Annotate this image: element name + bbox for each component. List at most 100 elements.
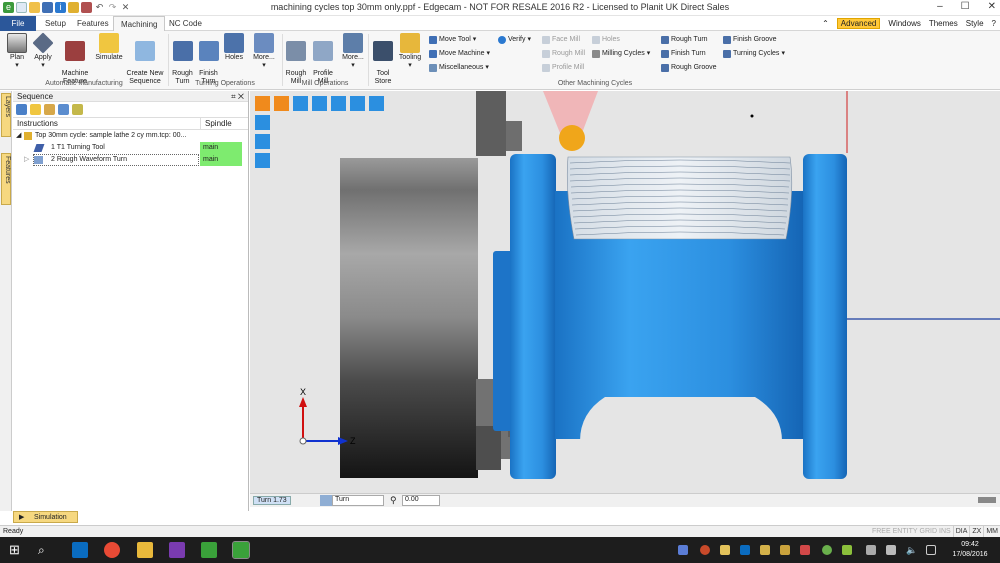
create-new-sequence-button[interactable]: Create New Sequence <box>125 33 165 86</box>
tab-setup[interactable]: Setup <box>38 16 73 31</box>
simulate-button[interactable]: Simulate <box>94 33 124 62</box>
add-instruction-icon[interactable] <box>30 104 41 115</box>
edgecam-active-icon[interactable] <box>232 541 250 559</box>
expand-icon[interactable]: ▷ <box>24 154 29 166</box>
face-mill-button[interactable]: Face Mill <box>542 35 580 44</box>
finish-groove-button[interactable]: Finish Groove <box>723 35 777 44</box>
rough-groove-button[interactable]: Rough Groove <box>661 63 717 72</box>
tooling-button[interactable]: Tooling ▾ <box>397 33 423 70</box>
tray-app7-icon[interactable] <box>800 545 810 555</box>
close-panel-icon[interactable]: ✕ <box>238 92 244 101</box>
rough-turn-small-button[interactable]: Rough Turn <box>661 35 708 44</box>
plan-button[interactable]: Plan ▾ <box>4 33 30 70</box>
value-dropdown[interactable]: 0.00 <box>402 495 440 506</box>
clock[interactable]: 09:42 17/08/2016 <box>948 540 992 560</box>
network-icon[interactable] <box>866 545 876 555</box>
refresh-icon[interactable] <box>16 104 27 115</box>
search-icon[interactable]: ⌕ <box>38 542 54 558</box>
mode-dropdown[interactable]: Turn <box>332 495 384 506</box>
finish-turn-button[interactable]: Finish Turn <box>196 33 221 86</box>
machine-feature-button[interactable]: Machine Feature <box>58 33 92 86</box>
view-list-icon[interactable] <box>350 96 365 111</box>
pin-icon[interactable]: ⌗ <box>231 92 236 101</box>
outlook-icon[interactable] <box>72 542 88 558</box>
rough-turn-button[interactable]: Rough Turn <box>170 33 195 86</box>
holes-small-button[interactable]: Holes <box>592 35 620 44</box>
minimize-icon[interactable]: – <box>937 1 943 12</box>
view-grid-icon[interactable] <box>369 96 384 111</box>
more-mill-button[interactable]: More... ▾ <box>339 33 367 70</box>
start-icon[interactable]: ⊞ <box>9 542 25 558</box>
tray-outlook-icon[interactable] <box>740 545 750 555</box>
holes-small-icon <box>592 35 600 44</box>
verify-button[interactable]: Verify ▾ <box>498 35 531 44</box>
sequence-row-2[interactable]: ▷ 2 Rough Waveform Turn main <box>13 154 248 166</box>
collapse-icon[interactable]: ◢ <box>16 130 21 142</box>
view-fit-icon[interactable] <box>293 96 308 111</box>
tray-app3-icon[interactable] <box>720 545 730 555</box>
tray-app2-icon[interactable] <box>700 545 710 555</box>
notification-icon[interactable] <box>926 545 936 555</box>
turning-cycles-button[interactable]: Turning Cycles ▾ <box>723 49 785 58</box>
column-instructions[interactable]: Instructions <box>13 118 200 129</box>
chrome-icon[interactable] <box>104 542 120 558</box>
tab-file[interactable]: File <box>0 16 36 31</box>
column-spindle[interactable]: Spindle <box>200 118 232 129</box>
maximize-icon[interactable]: ☐ <box>961 1 970 12</box>
close-icon[interactable]: ✕ <box>988 1 996 12</box>
tab-nc-code[interactable]: NC Code <box>162 16 209 31</box>
apply-button[interactable]: Apply ▾ <box>31 32 55 70</box>
view-icon[interactable] <box>58 104 69 115</box>
tray-app9-icon[interactable] <box>842 545 852 555</box>
layout-icon[interactable] <box>978 497 996 503</box>
tray-app6-icon[interactable] <box>780 545 790 555</box>
clock-time: 09:42 <box>961 541 979 548</box>
profile-mill-button[interactable]: Profile Mill <box>310 33 336 86</box>
view-cube3-icon[interactable] <box>255 153 270 168</box>
view-front-icon[interactable] <box>274 96 289 111</box>
style-menu[interactable]: Style <box>966 19 984 28</box>
simulation-tab[interactable]: ▶ Simulation <box>13 511 78 523</box>
more-turning-button[interactable]: More... ▾ <box>250 33 278 70</box>
battery-icon[interactable] <box>886 545 896 555</box>
holes-turn-button[interactable]: Holes <box>222 33 246 62</box>
rough-mill-button[interactable]: Rough Mill <box>284 33 308 86</box>
file-explorer-icon[interactable] <box>137 542 153 558</box>
move-machine-button[interactable]: Move Machine ▾ <box>429 49 490 58</box>
tray-app8-icon[interactable] <box>822 545 832 555</box>
milling-cycles-button[interactable]: Milling Cycles ▾ <box>592 49 650 58</box>
cpl-indicator[interactable]: Turn 1.73 <box>253 496 291 505</box>
edgecam-icon[interactable] <box>201 542 217 558</box>
onenote-icon[interactable] <box>169 542 185 558</box>
turning-cycles-icon <box>723 49 731 58</box>
folder-icon[interactable] <box>44 104 55 115</box>
view-pan-icon[interactable] <box>312 96 327 111</box>
volume-icon[interactable]: 🔈 <box>906 545 917 555</box>
advanced-mode[interactable]: Advanced <box>836 18 881 29</box>
view-cube2-icon[interactable] <box>255 134 270 149</box>
layers-tab[interactable]: Layers <box>1 93 11 137</box>
up-arrow-icon[interactable]: ⌃ <box>822 19 829 28</box>
help-icon[interactable]: ? <box>992 19 996 28</box>
sequence-row-1[interactable]: 1 T1 Turning Tool main <box>13 142 248 154</box>
zoom-icon[interactable] <box>331 96 346 111</box>
graphics-viewport[interactable]: X Z <box>250 91 1000 493</box>
rough-mill-small-button[interactable]: Rough Mill <box>542 49 585 58</box>
profile-mill-small-button[interactable]: Profile Mill <box>542 63 584 72</box>
sequence-root-row[interactable]: ◢ Top 30mm cycle: sample lathe 2 cy mm.t… <box>13 130 248 142</box>
tree-icon[interactable] <box>72 104 83 115</box>
tab-machining[interactable]: Machining <box>113 16 166 31</box>
tray-app-icon[interactable] <box>678 545 688 555</box>
view-iso-icon[interactable] <box>255 96 270 111</box>
features-tab[interactable]: Features <box>1 153 11 205</box>
view-cube-icon[interactable] <box>255 115 270 130</box>
miscellaneous-button[interactable]: Miscellaneous ▾ <box>429 63 489 72</box>
tab-features[interactable]: Features <box>70 16 116 31</box>
move-tool-button[interactable]: Move Tool ▾ <box>429 35 476 44</box>
ribbon: Plan ▾ Apply ▾ Machine Feature Simulate Cr… <box>0 31 1000 90</box>
windows-menu[interactable]: Windows <box>888 19 920 28</box>
finish-turn-small-button[interactable]: Finish Turn <box>661 49 706 58</box>
themes-menu[interactable]: Themes <box>929 19 958 28</box>
tool-store-button[interactable]: Tool Store <box>370 33 396 86</box>
tray-app5-icon[interactable] <box>760 545 770 555</box>
